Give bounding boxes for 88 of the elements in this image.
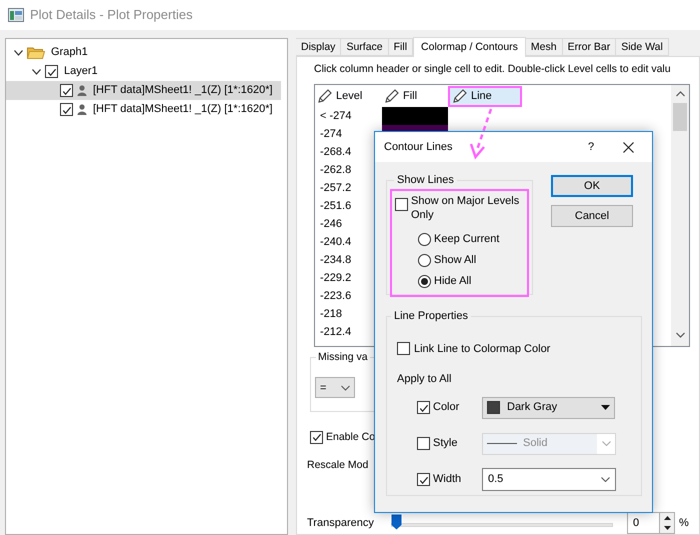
dialog-button[interactable]: Cancel <box>551 205 633 227</box>
line-sample-icon <box>487 442 517 445</box>
radio-button[interactable] <box>418 254 431 266</box>
checkbox[interactable] <box>417 401 430 414</box>
slider-thumb[interactable] <box>391 514 402 530</box>
folder-icon <box>27 46 45 59</box>
radio-label: Keep Current <box>434 232 500 247</box>
chevron-icon[interactable] <box>32 68 41 74</box>
tab[interactable]: Mesh <box>526 38 563 56</box>
checkbox[interactable] <box>395 198 408 210</box>
table-cell-text: -262.8 <box>319 162 352 178</box>
table-cell-text: -274 <box>319 126 344 142</box>
dashed-arrow <box>470 108 492 160</box>
radio-label: Show All <box>434 252 476 268</box>
section-label: Apply to All <box>397 372 452 387</box>
up-arrow-icon <box>664 516 670 520</box>
column-header[interactable]: Level <box>315 86 382 107</box>
group-title: Show Lines <box>396 173 455 188</box>
checkbox-label: Show on Major Levels Only <box>411 194 520 222</box>
color-dropdown[interactable]: Dark Gray <box>482 396 615 418</box>
tree-item-label: Graph1 <box>51 45 88 60</box>
radio-button[interactable] <box>418 274 431 288</box>
tab[interactable]: Side Wal <box>616 38 669 56</box>
tab[interactable]: Colormap / Contours <box>413 37 526 57</box>
table-cell-text: -251.6 <box>319 198 352 214</box>
field-label: Transparency <box>307 516 375 531</box>
tree-item[interactable]: [HFT data]MSheet1! _1(Z) [1*:1620*] <box>6 81 281 100</box>
unit-label: % <box>679 516 689 531</box>
checkbox[interactable] <box>60 103 73 116</box>
checkbox-label: Width <box>433 472 462 488</box>
dialog-title: Contour Lines <box>384 140 454 155</box>
slider-track[interactable] <box>391 514 613 532</box>
person-icon <box>77 104 87 115</box>
app-icon <box>8 8 24 22</box>
table-cell-text: -246 <box>319 216 344 232</box>
table-cell-text: -212.4 <box>319 324 352 340</box>
pencil-icon <box>453 89 467 104</box>
tree-item-label: Layer1 <box>64 64 98 80</box>
table-cell-text: -257.2 <box>319 180 352 196</box>
tab[interactable]: Error Bar <box>562 38 616 56</box>
checkbox[interactable] <box>60 84 73 97</box>
person-icon <box>77 85 87 96</box>
column-header[interactable]: Line <box>448 86 522 107</box>
group-title: Line Properties <box>393 309 469 324</box>
checkbox[interactable] <box>45 65 58 78</box>
chevron-down-icon <box>341 384 350 391</box>
field-label: Rescale Mod <box>307 458 368 474</box>
window-title: Plot Details - Plot Properties <box>30 6 193 24</box>
checkbox-label: Link Line to Colormap Color <box>414 342 550 356</box>
table-cell-text: -268.4 <box>319 144 352 160</box>
table-cell-text: -240.4 <box>319 234 352 250</box>
help-button[interactable]: ? <box>583 138 599 156</box>
down-arrow-icon <box>664 526 670 530</box>
scroll-thumb[interactable] <box>673 102 687 131</box>
table-cell-text: -223.6 <box>319 288 352 304</box>
scroll-up-icon[interactable] <box>676 90 684 97</box>
checkbox[interactable] <box>397 342 410 356</box>
spin-buttons[interactable] <box>660 512 675 534</box>
checkbox[interactable] <box>417 473 430 486</box>
width-combo-box[interactable]: 0.5 <box>482 468 616 491</box>
tree-item[interactable]: [HFT data]MSheet1! _1(Z) [1*:1620*] <box>6 100 287 119</box>
group-title: Missing va <box>317 350 369 365</box>
scrollbar[interactable] <box>671 84 689 346</box>
radio-button[interactable] <box>418 232 431 246</box>
checkbox-label: Color <box>433 400 460 416</box>
table-cell-text: -218 <box>319 306 344 322</box>
radio-label: Hide All <box>434 274 472 289</box>
checkbox-label: Style <box>433 436 458 452</box>
column-header[interactable]: Fill <box>382 86 448 107</box>
tab[interactable]: Display <box>296 38 342 56</box>
table-cell-text: -234.8 <box>319 252 352 268</box>
chevron-down-icon <box>602 441 610 446</box>
instruction-text: Click column header or single cell to edit. Double-click Level cells to edit valu <box>314 62 671 77</box>
chevron-icon[interactable] <box>14 50 23 56</box>
close-icon[interactable] <box>623 142 634 152</box>
number-field[interactable]: 0 <box>627 512 660 534</box>
pencil-icon <box>385 89 399 104</box>
dropdown-arrow-icon <box>601 405 610 410</box>
checkbox[interactable] <box>310 430 323 444</box>
tab[interactable]: Surface <box>341 38 389 56</box>
dialog-button[interactable]: OK <box>551 175 633 197</box>
chevron-down-icon <box>601 477 610 482</box>
tab[interactable]: Fill <box>388 38 414 56</box>
pencil-icon <box>318 89 332 104</box>
table-cell-text: -229.2 <box>319 270 352 286</box>
scroll-down-icon[interactable] <box>676 332 684 338</box>
operator-dropdown[interactable]: = <box>315 377 355 398</box>
table-cell-text: < -274 <box>319 108 352 124</box>
